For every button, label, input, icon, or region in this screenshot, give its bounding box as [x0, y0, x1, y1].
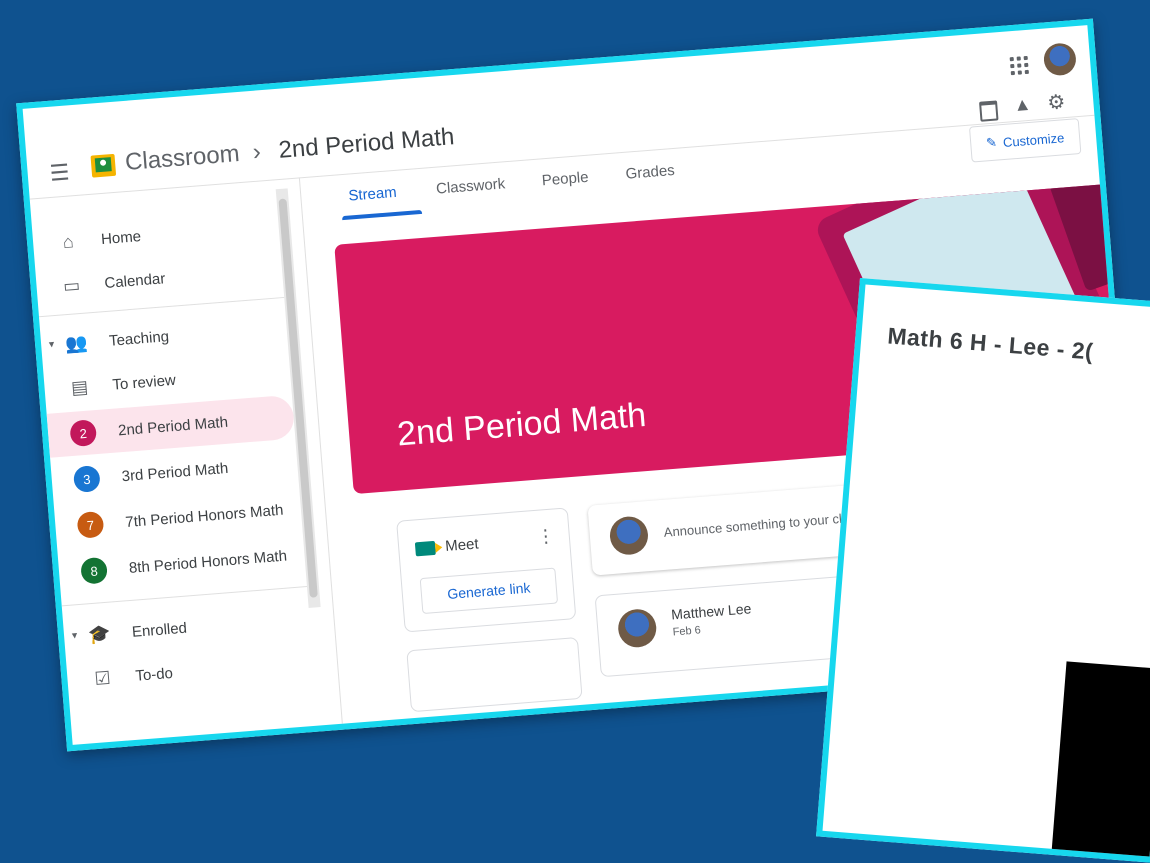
overlay-black-block	[1050, 661, 1150, 863]
people-icon: 👥	[64, 332, 89, 354]
graduation-cap-icon: 🎓	[87, 623, 112, 645]
breadcrumb-class-name: 2nd Period Math	[277, 123, 456, 164]
sidebar-item-label: 7th Period Honors Math	[124, 501, 284, 531]
tab-grades[interactable]: Grades	[625, 162, 675, 183]
sidebar-item-label: Home	[100, 227, 142, 248]
sidebar-item-label: 2nd Period Math	[117, 413, 229, 439]
customize-button[interactable]: ✎ Customize	[968, 118, 1082, 163]
class-tabs: Stream Classwork People Grades	[309, 162, 675, 225]
class-badge: 3	[72, 465, 101, 493]
app-title[interactable]: Classroom	[124, 140, 241, 177]
avatar	[608, 515, 650, 557]
sidebar-item-label: To review	[111, 371, 177, 394]
breadcrumb-separator: ›	[251, 138, 262, 166]
active-tab-indicator	[342, 209, 423, 221]
announce-placeholder: Announce something to your class	[663, 509, 863, 540]
upcoming-card	[406, 636, 583, 713]
overlay-title: Math 6 H - Lee - 2(	[886, 322, 1095, 365]
meet-icon	[414, 540, 436, 557]
review-icon: ▤	[70, 376, 89, 398]
apps-icon[interactable]	[1009, 55, 1029, 76]
calendar-icon: ▭	[62, 274, 81, 296]
meet-label: Meet	[444, 535, 480, 556]
post-author: Matthew Lee	[670, 600, 752, 623]
sidebar-item-label: Calendar	[103, 269, 166, 292]
generate-link-button[interactable]: Generate link	[419, 567, 559, 615]
calendar-icon[interactable]	[979, 100, 999, 122]
sidebar-item-label: Teaching	[108, 327, 170, 350]
sidebar-item-label: To-do	[134, 664, 174, 685]
post-date: Feb 6	[672, 624, 702, 639]
class-badge: 7	[76, 510, 105, 539]
overlay-slide: Math 6 H - Lee - 2(	[816, 278, 1150, 863]
more-vert-icon[interactable]: ⋮	[536, 525, 556, 547]
pencil-icon: ✎	[985, 134, 998, 151]
banner-title: 2nd Period Math	[395, 395, 648, 454]
sidebar: ⌂ Home ▭ Calendar ▼ 👥 Teaching ▤ To revi…	[29, 177, 343, 745]
tab-classwork[interactable]: Classwork	[436, 175, 506, 197]
meet-card: Meet ⋮ Generate link	[396, 507, 577, 633]
customize-label: Customize	[1002, 129, 1065, 150]
account-avatar[interactable]	[1042, 42, 1078, 77]
tab-stream[interactable]: Stream	[348, 184, 398, 205]
sidebar-item-label: 3rd Period Math	[121, 459, 229, 485]
drive-icon[interactable]: ▲	[1013, 94, 1032, 116]
avatar	[616, 607, 658, 649]
home-icon: ⌂	[61, 230, 75, 252]
menu-icon[interactable]: ☰	[49, 159, 71, 186]
todo-icon: ☑	[93, 667, 112, 689]
class-badge: 8	[80, 556, 109, 585]
sidebar-item-label: Enrolled	[131, 619, 188, 641]
classroom-logo	[90, 153, 117, 178]
tab-people[interactable]: People	[541, 169, 589, 190]
sidebar-item-label: 8th Period Honors Math	[128, 547, 288, 577]
class-badge: 2	[69, 419, 98, 448]
settings-icon[interactable]: ⚙	[1046, 89, 1067, 115]
